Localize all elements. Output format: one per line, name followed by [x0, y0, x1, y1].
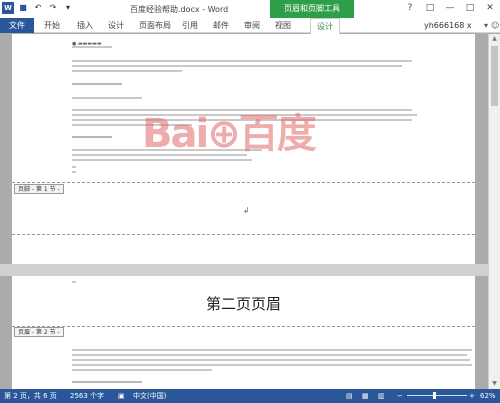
scroll-up-icon[interactable]: ▲	[489, 34, 500, 44]
page-count[interactable]: 第 2 页，共 6 页	[4, 389, 57, 403]
zoom-slider-knob[interactable]	[433, 392, 436, 399]
quick-access-toolbar: W ■ ↶ ↷ ▾	[2, 2, 74, 14]
zoom-slider[interactable]	[407, 395, 467, 396]
context-tab-group-title: 页眉和页脚工具	[270, 0, 354, 18]
body-text-line	[72, 359, 470, 361]
title-bar: W ■ ↶ ↷ ▾ 百度经验帮助.docx - Word 页眉和页脚工具 ? □…	[0, 0, 500, 18]
page-2[interactable]: 第二页页眉 页眉 - 第 2 节 -	[12, 276, 475, 389]
window-controls: ? □ — □ ✕	[400, 0, 500, 16]
tab-page-layout[interactable]: 页面布局	[139, 18, 171, 33]
zoom-out-button[interactable]: −	[397, 389, 403, 403]
vertical-scrollbar[interactable]: ▲ ▼	[488, 34, 500, 389]
tab-references[interactable]: 引用	[182, 18, 198, 33]
proofing-icon[interactable]: ▣	[118, 389, 125, 403]
language[interactable]: 中文(中国)	[133, 389, 166, 403]
tab-insert[interactable]: 插入	[77, 18, 93, 33]
save-icon[interactable]: ■	[17, 2, 29, 14]
redo-icon[interactable]: ↷	[47, 2, 59, 14]
chevron-down-icon[interactable]: ▾	[484, 18, 488, 33]
body-text-line	[72, 381, 142, 383]
word-count[interactable]: 2563 个字	[70, 389, 104, 403]
word-app-icon[interactable]: W	[2, 2, 14, 14]
tab-view[interactable]: 视图	[275, 18, 291, 33]
body-text-line	[72, 166, 76, 168]
window-title: 百度经验帮助.docx - Word	[130, 5, 229, 14]
print-layout-icon[interactable]: ▦	[362, 389, 369, 403]
body-text-line	[72, 159, 252, 161]
body-text-line	[72, 65, 402, 67]
body-text-line	[72, 60, 412, 62]
document-canvas[interactable]: ● ▬▬▬▬▬ Bai⊕百度 页脚 - 第 1 节 - ↲ 第二页页眉 页眉 -…	[0, 34, 500, 389]
page2-header-text[interactable]: 第二页页眉	[12, 293, 475, 314]
customize-qat-icon[interactable]: ▾	[62, 2, 74, 14]
tab-header-footer-design[interactable]: 设计	[310, 18, 340, 34]
body-text-line	[72, 369, 212, 371]
body-text-line	[72, 281, 76, 283]
feedback-smiley-icon[interactable]: ☺	[491, 18, 499, 33]
body-text-line	[72, 83, 122, 85]
header-separator	[12, 326, 475, 327]
body-text-line	[72, 46, 112, 48]
read-mode-icon[interactable]: ▤	[346, 389, 353, 403]
tab-mailings[interactable]: 邮件	[213, 18, 229, 33]
tab-home[interactable]: 开始	[44, 18, 60, 33]
zoom-in-button[interactable]: +	[469, 389, 475, 403]
word-window: W ■ ↶ ↷ ▾ 百度经验帮助.docx - Word 页眉和页脚工具 ? □…	[0, 0, 500, 403]
body-text-line	[72, 97, 142, 99]
body-text-line	[72, 136, 112, 138]
tab-design[interactable]: 设计	[108, 18, 124, 33]
minimize-button[interactable]: —	[440, 0, 460, 16]
maximize-button[interactable]: □	[460, 0, 480, 16]
footer-bottom-separator	[12, 234, 475, 235]
user-account[interactable]: yh666168 x	[424, 18, 472, 33]
zoom-level[interactable]: 62%	[480, 389, 496, 403]
body-text-line	[72, 349, 472, 351]
page-gap	[0, 264, 488, 276]
close-button[interactable]: ✕	[480, 0, 500, 16]
page-1[interactable]: ● ▬▬▬▬▬ Bai⊕百度 页脚 - 第 1 节 - ↲	[12, 34, 475, 264]
ribbon-tabs: 文件 开始 插入 设计 页面布局 引用 邮件 审阅 视图 设计 yh666168…	[0, 18, 500, 34]
web-layout-icon[interactable]: ▥	[378, 389, 385, 403]
header-section-label: 页眉 - 第 2 节 -	[14, 327, 64, 337]
body-text-line	[72, 354, 467, 356]
tab-review[interactable]: 审阅	[244, 18, 260, 33]
body-text-line	[72, 70, 182, 72]
help-button[interactable]: ?	[400, 0, 420, 16]
footer-section-label: 页脚 - 第 1 节 -	[14, 184, 64, 194]
footer-separator	[12, 182, 475, 183]
status-bar: 第 2 页，共 6 页 2563 个字 ▣ 中文(中国) ▤ ▦ ▥ − + 6…	[0, 389, 500, 403]
scroll-thumb[interactable]	[491, 46, 498, 106]
pages-area: ● ▬▬▬▬▬ Bai⊕百度 页脚 - 第 1 节 - ↲ 第二页页眉 页眉 -…	[0, 34, 488, 389]
baidu-watermark: Bai⊕百度	[142, 111, 317, 157]
body-text-line	[72, 364, 472, 366]
body-text-line	[72, 171, 76, 173]
paragraph-mark-icon: ↲	[243, 206, 250, 215]
scroll-down-icon[interactable]: ▼	[489, 379, 500, 389]
undo-icon[interactable]: ↶	[32, 2, 44, 14]
ribbon-display-options-button[interactable]: □	[420, 0, 440, 16]
tab-file[interactable]: 文件	[0, 18, 34, 33]
